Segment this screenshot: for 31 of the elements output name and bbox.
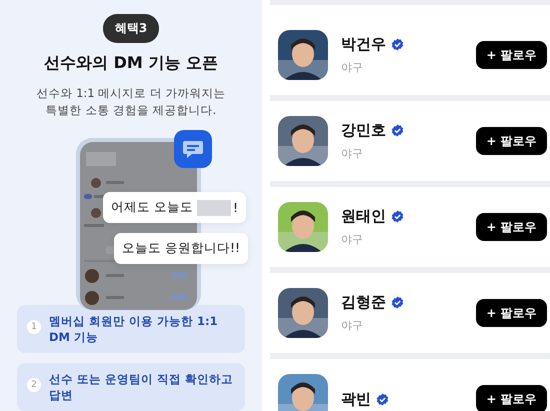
player-name: 김형준 bbox=[341, 293, 386, 312]
player-name: 원태인 bbox=[341, 207, 386, 226]
player-row[interactable]: 박건우 야구 + 팔로우 bbox=[270, 15, 550, 95]
follow-button[interactable]: + 팔로우 bbox=[476, 213, 547, 241]
benefit-badge: 혜택3 bbox=[102, 14, 160, 43]
message-bubble: 오늘도 응원합니다!! bbox=[114, 233, 248, 264]
player-category: 야구 bbox=[341, 60, 364, 75]
player-name: 박건우 bbox=[341, 35, 386, 54]
feature-text: 선수 또는 운영팀이 직접 확인하고 답변 bbox=[49, 371, 234, 403]
message-text: ! bbox=[232, 200, 238, 215]
follow-button[interactable]: + 팔로우 bbox=[476, 127, 547, 155]
benefit-description: 선수와 1:1 메시지로 더 가까워지는 특별한 소통 경험을 제공합니다. bbox=[36, 85, 226, 119]
number-badge: 1 bbox=[27, 320, 41, 334]
player-category: 야구 bbox=[341, 146, 364, 161]
player-row[interactable]: 김형준 야구 + 팔로우 bbox=[270, 273, 550, 353]
player-row[interactable]: 원태인 야구 + 팔로우 bbox=[270, 187, 550, 267]
player-category: 야구 bbox=[341, 318, 364, 333]
player-name: 곽빈 bbox=[341, 390, 371, 408]
chat-icon bbox=[174, 130, 212, 168]
player-name: 강민호 bbox=[341, 121, 386, 140]
player-category: 야구 bbox=[341, 232, 364, 247]
feature-text: 멤버십 회원만 이용 가능한 1:1 DM 기능 bbox=[49, 313, 219, 345]
follow-button[interactable]: + 팔로우 bbox=[476, 41, 547, 69]
follow-button[interactable]: + 팔로우 bbox=[476, 299, 547, 327]
number-badge: 2 bbox=[27, 378, 41, 392]
message-text: 어제도 오늘도 bbox=[111, 199, 193, 216]
follow-button[interactable]: + 팔로우 bbox=[476, 385, 547, 411]
redaction-mark bbox=[196, 200, 231, 216]
player-row[interactable]: 강민호 야구 + 팔로우 bbox=[270, 101, 550, 181]
benefit-title: 선수와의 DM 기능 오픈 bbox=[44, 53, 218, 74]
player-row[interactable]: 곽빈 + 팔로우 bbox=[270, 359, 550, 411]
